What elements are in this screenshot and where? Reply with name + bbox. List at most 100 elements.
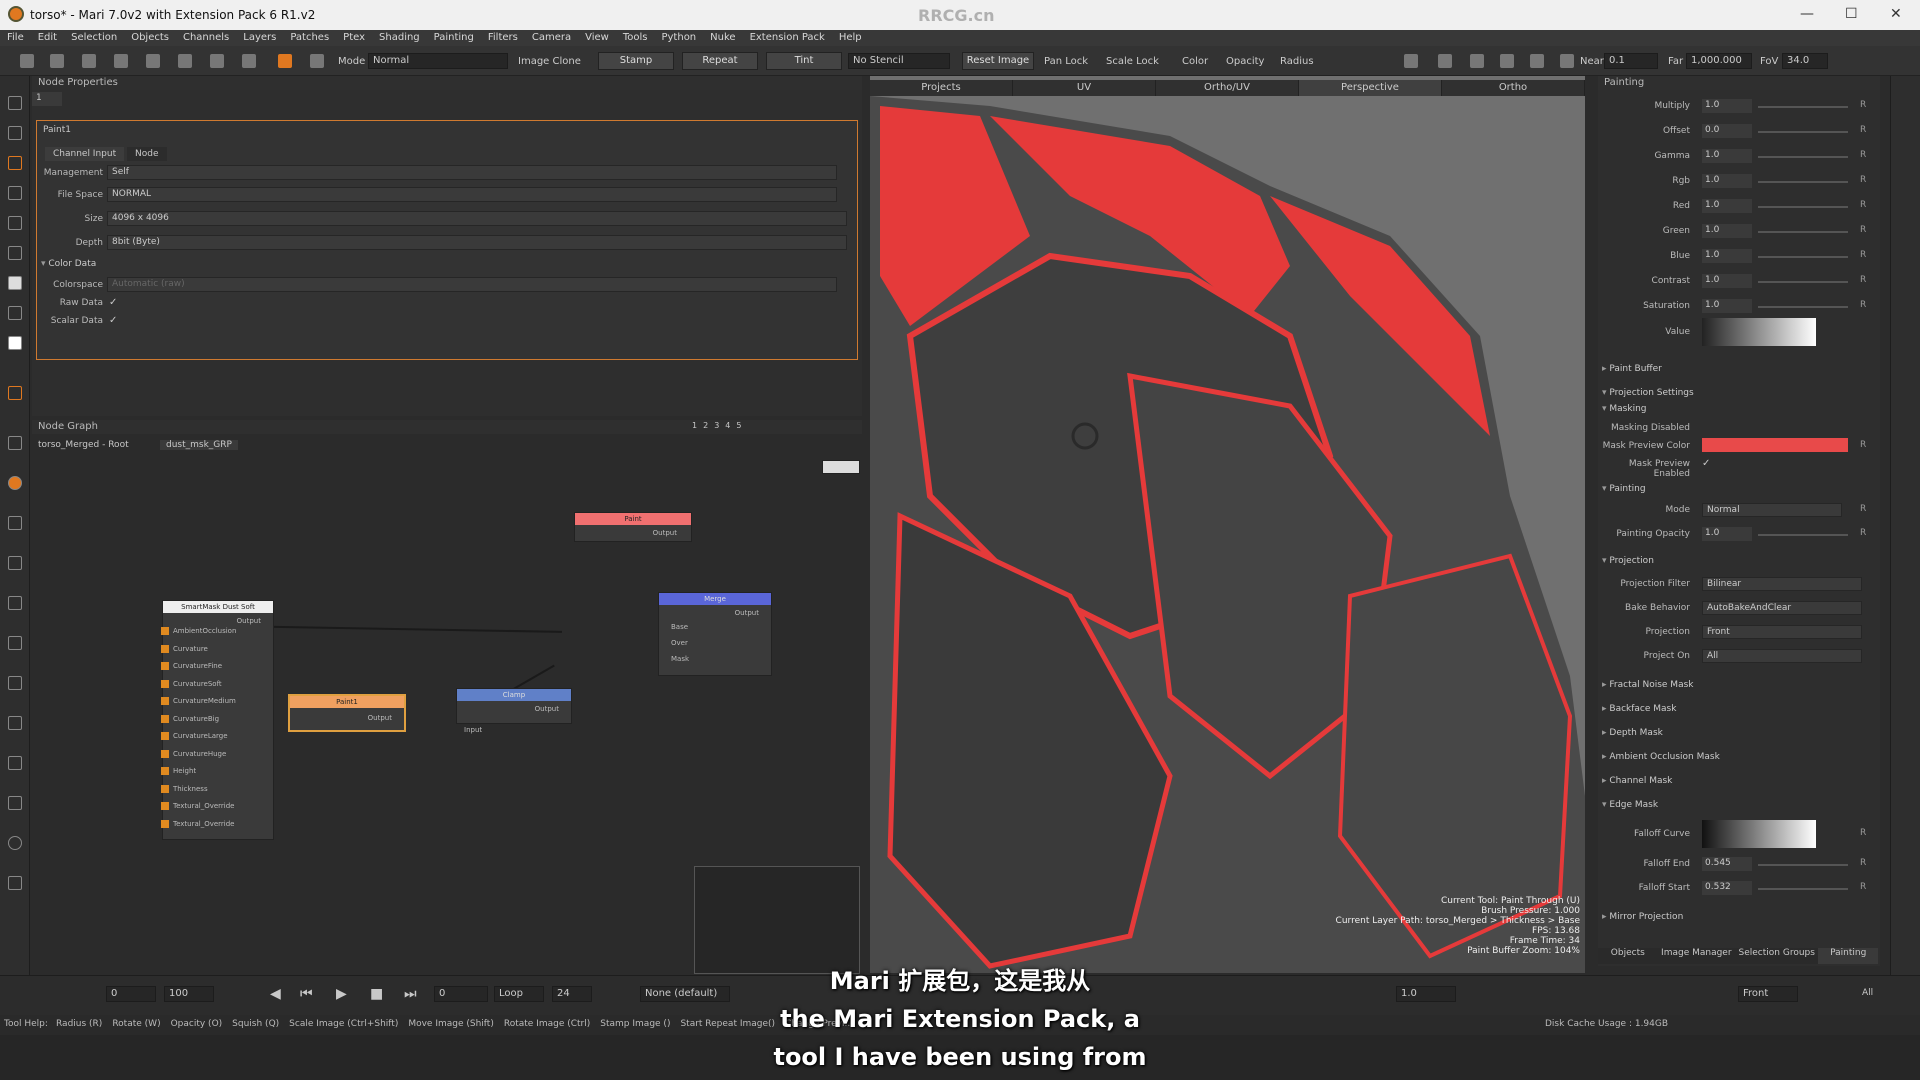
prev-key-icon[interactable]: ◀ [270,986,281,1002]
projection-icon[interactable] [310,54,324,68]
bake-behavior-select[interactable]: AutoBakeAndClear [1702,601,1862,615]
save-icon[interactable] [82,54,96,68]
node-index-field[interactable]: 1 [32,92,62,106]
view-icon[interactable] [1404,54,1418,68]
paint-node[interactable]: Paint Output [574,512,692,542]
tab-ortho-uv[interactable]: Ortho/UV [1156,80,1299,96]
frame-icon[interactable] [8,556,22,570]
tab-projects[interactable]: Projects [870,80,1013,96]
pen-icon[interactable] [8,246,22,260]
falloff-start-field[interactable]: 0.532 [1702,881,1752,895]
menu-shading[interactable]: Shading [372,30,427,46]
open-icon[interactable] [50,54,64,68]
tab-dust-msk-grp[interactable]: dust_msk_GRP [160,440,238,450]
color-toggle[interactable]: Color [1182,56,1208,67]
menu-extension-pack[interactable]: Extension Pack [743,30,832,46]
falloff-start-slider[interactable] [1758,888,1848,890]
paint-tool-icon[interactable] [278,54,292,68]
tab-root[interactable]: torso_Merged - Root [38,440,129,450]
far-field[interactable]: 1,000.000 [1686,53,1752,69]
paint1-node[interactable]: Paint1 Output [288,694,406,732]
fov-field[interactable]: 34.0 [1782,53,1828,69]
view-select[interactable]: Front [1738,986,1798,1002]
adjust-slider[interactable] [1758,206,1848,208]
menu-layers[interactable]: Layers [236,30,283,46]
reset-icon[interactable]: R [1860,300,1866,310]
adjust-slider[interactable] [1758,131,1848,133]
pan-lock-toggle[interactable]: Pan Lock [1044,56,1088,67]
tab-uv[interactable]: UV [1013,80,1156,96]
new-icon[interactable] [20,54,34,68]
mirror-projection-section[interactable]: Mirror Projection [1602,912,1683,922]
reset-icon[interactable]: R [1860,250,1866,260]
tab-ortho[interactable]: Ortho [1442,80,1585,96]
adjust-slider[interactable] [1758,106,1848,108]
move-icon[interactable] [8,756,22,770]
menu-file[interactable]: File [0,30,31,46]
merge-node[interactable]: Merge Output Base Over Mask [658,592,772,676]
fractal-noise-mask-section[interactable]: Fractal Noise Mask [1602,680,1693,690]
tab-selection-groups[interactable]: Selection Groups [1735,948,1818,964]
smartmask-input-port[interactable] [161,662,169,670]
step-forward-icon[interactable]: ⏭ [404,986,417,1002]
tab-painting[interactable]: Painting [1818,948,1879,964]
painting-opacity-field[interactable]: 1.0 [1702,527,1752,541]
depth-select[interactable]: 8bit (Byte) [107,235,847,250]
close-icon[interactable]: ✕ [1890,6,1902,22]
raw-data-checkbox[interactable]: ✓ [109,297,117,308]
smartmask-node[interactable]: SmartMask Dust Soft Output AmbientOcclus… [161,600,274,840]
project-on-select[interactable]: All [1702,649,1862,663]
stencil-select[interactable]: No Stencil [848,53,950,69]
falloff-end-field[interactable]: 0.545 [1702,857,1752,871]
smartmask-input-port[interactable] [161,749,169,758]
reset-icon[interactable]: R [1860,125,1866,135]
management-select[interactable]: Self [107,165,837,180]
circle-icon[interactable] [8,836,22,850]
menu-tools[interactable]: Tools [616,30,655,46]
smartmask-input-port[interactable] [161,732,169,740]
refresh-icon[interactable] [8,306,22,320]
node-graph-minimap[interactable] [694,866,860,974]
depth-mask-section[interactable]: Depth Mask [1602,728,1662,738]
size-select[interactable]: 4096 x 4096 [107,211,847,226]
background-color-icon[interactable] [8,336,22,350]
flag-icon[interactable] [1530,54,1544,68]
menu-objects[interactable]: Objects [124,30,176,46]
smartmask-input-port[interactable] [161,767,169,775]
reset-icon[interactable]: R [1860,200,1866,210]
tab-channel-input[interactable]: Channel Input [45,147,125,161]
all-button[interactable]: All [1862,988,1873,998]
value-gradient[interactable] [1702,318,1816,346]
channel-mask-section[interactable]: Channel Mask [1602,776,1672,786]
adjust-value-field[interactable]: 1.0 [1702,149,1752,163]
box-icon[interactable] [8,596,22,610]
tab-objects[interactable]: Objects [1598,948,1658,964]
menu-painting[interactable]: Painting [427,30,481,46]
colorspace-select[interactable]: Automatic (raw) [107,277,837,292]
adjust-value-field[interactable]: 1.0 [1702,299,1752,313]
extension-icon[interactable] [8,386,22,400]
adjust-value-field[interactable]: 0.0 [1702,124,1752,138]
download-icon[interactable] [8,796,22,810]
adjust-slider[interactable] [1758,256,1848,258]
adjust-value-field[interactable]: 1.0 [1702,249,1752,263]
page-3[interactable]: 3 [714,421,719,430]
smartmask-input-port[interactable] [161,802,169,810]
undo-icon[interactable] [8,716,22,730]
menu-view[interactable]: View [578,30,616,46]
clamp-node[interactable]: Clamp Output [456,688,572,724]
smartmask-input-port[interactable] [161,697,169,705]
menu-patches[interactable]: Patches [283,30,336,46]
paint-through-icon[interactable] [8,156,22,170]
falloff-end-slider[interactable] [1758,864,1848,866]
link-icon[interactable] [114,54,128,68]
grid-tool-icon[interactable] [8,186,22,200]
projection-select[interactable]: Front [1702,625,1862,639]
light-icon[interactable] [1500,54,1514,68]
opacity-toggle[interactable]: Opacity [1226,56,1264,67]
menu-python[interactable]: Python [654,30,703,46]
fps-field[interactable]: 24 [552,986,592,1002]
orange-dot-icon[interactable] [8,476,22,490]
adjust-value-field[interactable]: 1.0 [1702,274,1752,288]
camera-icon[interactable] [210,54,224,68]
